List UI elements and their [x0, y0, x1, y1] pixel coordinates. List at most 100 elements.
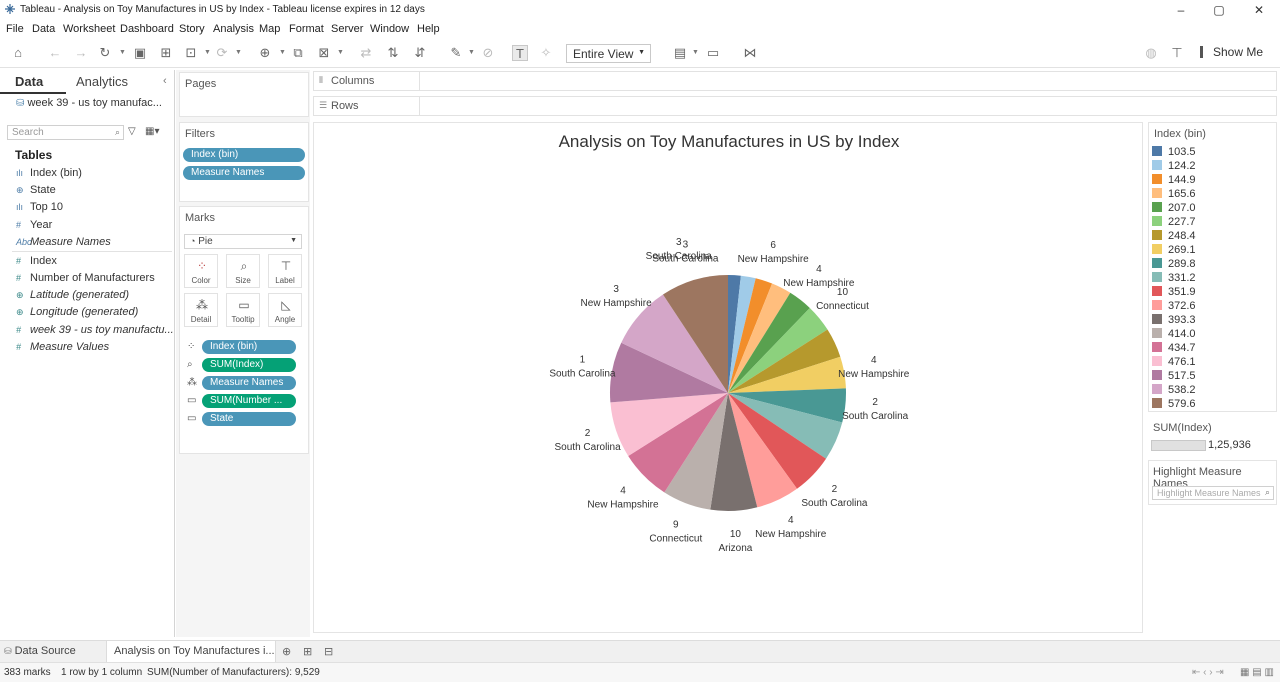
columns-shelf[interactable]: ⦀ Columns: [313, 71, 1277, 91]
legend-item[interactable]: 331.2: [1152, 272, 1196, 286]
legend-item[interactable]: 351.9: [1152, 286, 1196, 300]
chevron-down-icon[interactable]: ▼: [235, 49, 242, 56]
replay-icon[interactable]: ↻: [97, 45, 113, 61]
chevron-down-icon[interactable]: ▼: [468, 49, 475, 56]
menu-worksheet[interactable]: Worksheet: [63, 23, 115, 35]
minimize-button[interactable]: –: [1172, 2, 1190, 18]
legend-item[interactable]: 579.6: [1152, 398, 1196, 412]
sheet-navigation-icon[interactable]: ⇤ ‹ › ⇥: [1192, 667, 1224, 678]
tableau-public-icon[interactable]: ◍: [1143, 45, 1159, 61]
field-item[interactable]: # Measure Values: [16, 341, 109, 357]
chevron-down-icon[interactable]: ▼: [119, 49, 126, 56]
pie-chart[interactable]: 6 New Hampshire 4 New Hampshire 10 Connecticu…: [314, 123, 1144, 634]
chevron-down-icon[interactable]: ▼: [692, 49, 699, 56]
marks-angle-button[interactable]: ◺ Angle: [268, 293, 302, 327]
new-worksheet-icon[interactable]: ⊕: [257, 45, 273, 61]
marks-label-button[interactable]: ⊤ Label: [268, 254, 302, 288]
field-item[interactable]: # Index: [16, 255, 57, 271]
marks-color-button[interactable]: ⁘ Color: [184, 254, 218, 288]
menu-map[interactable]: Map: [259, 23, 280, 35]
view-tabs-icon[interactable]: ▦ ▤ ▥: [1240, 667, 1274, 678]
tooltip-icon[interactable]: ⊤: [1169, 45, 1185, 61]
maximize-button[interactable]: ▢: [1210, 2, 1228, 18]
marks-detail-button[interactable]: ⁂ Detail: [184, 293, 218, 327]
refresh-icon[interactable]: ⟳: [214, 45, 230, 61]
field-item[interactable]: ılı Index (bin): [16, 167, 82, 183]
legend-item[interactable]: 517.5: [1152, 370, 1196, 384]
legend-item[interactable]: 269.1: [1152, 244, 1196, 258]
tab-data-source[interactable]: ⛁ Data Source: [4, 641, 104, 663]
legend-item[interactable]: 372.6: [1152, 300, 1196, 314]
clear-sheet-icon[interactable]: ⊠: [316, 45, 332, 61]
view-options-icon[interactable]: ▦▾: [145, 126, 159, 137]
legend-item[interactable]: 414.0: [1152, 328, 1196, 342]
filter-pill-measure-names[interactable]: Measure Names: [183, 166, 305, 180]
filter-icon[interactable]: ▽: [128, 126, 136, 137]
rows-shelf[interactable]: ☰ Rows: [313, 96, 1277, 116]
tab-sheet[interactable]: Analysis on Toy Manufactures i...: [106, 641, 276, 663]
field-item[interactable]: ⊕ State: [16, 184, 56, 200]
chevron-down-icon[interactable]: ▼: [337, 49, 344, 56]
filter-pill-index-bin[interactable]: Index (bin): [183, 148, 305, 162]
save-icon[interactable]: ▣: [132, 45, 148, 61]
chevron-down-icon[interactable]: ▼: [279, 49, 286, 56]
collapse-pane-icon[interactable]: ‹: [163, 75, 167, 87]
field-item[interactable]: # week 39 - us toy manufactu...: [16, 324, 174, 340]
legend-item[interactable]: 124.2: [1152, 160, 1196, 174]
legend-item[interactable]: 538.2: [1152, 384, 1196, 398]
sort-descending-icon[interactable]: ⇵: [412, 45, 428, 61]
legend-item[interactable]: 476.1: [1152, 356, 1196, 370]
menu-dashboard[interactable]: Dashboard: [120, 23, 174, 35]
visualization-area[interactable]: Analysis on Toy Manufactures in US by In…: [313, 122, 1143, 633]
highlighter-input[interactable]: Highlight Measure Names ⌕: [1152, 486, 1274, 500]
new-story-icon[interactable]: ⊟: [324, 645, 333, 658]
field-item[interactable]: ⊕ Longitude (generated): [16, 306, 138, 322]
new-worksheet-icon[interactable]: ⊕: [282, 645, 291, 658]
legend-item[interactable]: 103.5: [1152, 146, 1196, 160]
menu-format[interactable]: Format: [289, 23, 324, 35]
redo-icon[interactable]: →: [73, 45, 89, 61]
mark-pill[interactable]: SUM(Index): [202, 358, 296, 372]
pin-icon[interactable]: ✧: [538, 45, 554, 61]
search-input[interactable]: Search ⌕: [7, 125, 124, 140]
legend-item[interactable]: 207.0: [1152, 202, 1196, 216]
menu-server[interactable]: Server: [331, 23, 363, 35]
undo-icon[interactable]: ←: [47, 45, 63, 61]
mark-pill[interactable]: Measure Names: [202, 376, 296, 390]
menu-story[interactable]: Story: [179, 23, 205, 35]
presentation-icon[interactable]: ▭: [705, 45, 721, 61]
duplicate-icon[interactable]: ⧉: [290, 45, 306, 61]
legend-item[interactable]: 227.7: [1152, 216, 1196, 230]
new-dashboard-icon[interactable]: ⊞: [303, 645, 312, 658]
mark-pill[interactable]: SUM(Number ...: [202, 394, 296, 408]
add-datasource-icon[interactable]: ⊞: [158, 45, 174, 61]
filters-card[interactable]: Filters Index (bin) Measure Names: [179, 122, 309, 202]
menu-help[interactable]: Help: [417, 23, 440, 35]
chevron-down-icon[interactable]: ▼: [204, 49, 211, 56]
menu-analysis[interactable]: Analysis: [213, 23, 254, 35]
marks-tooltip-button[interactable]: ▭ Tooltip: [226, 293, 260, 327]
mark-pill[interactable]: Index (bin): [202, 340, 296, 354]
legend-item[interactable]: 144.9: [1152, 174, 1196, 188]
marks-size-button[interactable]: ⌕ Size: [226, 254, 260, 288]
view-mode-dropdown[interactable]: Entire View ▼: [566, 44, 651, 63]
mark-type-dropdown[interactable]: ◔ Pie ▼: [184, 234, 302, 249]
sort-ascending-icon[interactable]: ⇅: [385, 45, 401, 61]
fit-icon[interactable]: ▤: [672, 45, 688, 61]
swap-icon[interactable]: ⇄: [358, 45, 374, 61]
share-icon[interactable]: ⋈: [742, 45, 758, 61]
highlight-icon[interactable]: ✎: [448, 45, 464, 61]
pause-updates-icon[interactable]: ⊡: [183, 45, 199, 61]
menu-data[interactable]: Data: [32, 23, 55, 35]
field-item[interactable]: # Year: [16, 219, 52, 235]
tab-data[interactable]: Data: [15, 74, 43, 89]
field-item[interactable]: ılı Top 10: [16, 201, 63, 217]
legend-item[interactable]: 165.6: [1152, 188, 1196, 202]
legend-item[interactable]: 248.4: [1152, 230, 1196, 244]
field-item[interactable]: AbcMeasure Names: [16, 236, 111, 252]
field-item[interactable]: # Number of Manufacturers: [16, 272, 155, 288]
legend-item[interactable]: 434.7: [1152, 342, 1196, 356]
tab-analytics[interactable]: Analytics: [76, 74, 128, 89]
data-source-item[interactable]: ⛁ week 39 - us toy manufac...: [16, 97, 162, 109]
close-button[interactable]: ✕: [1250, 2, 1268, 18]
